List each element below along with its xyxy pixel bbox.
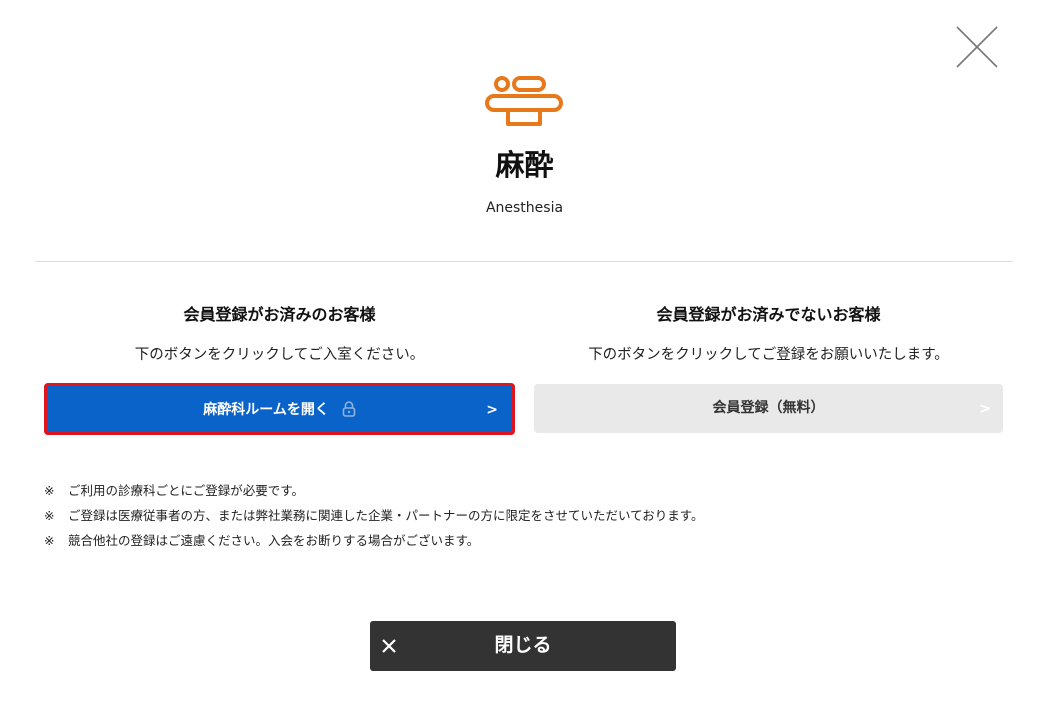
register-button[interactable]: 会員登録（無料） > [534, 384, 1003, 433]
note-mark: ※ [44, 483, 55, 498]
divider [35, 261, 1013, 262]
close-button-label: 閉じる [494, 634, 552, 656]
note-mark: ※ [44, 508, 55, 523]
note-item: ※ 競合他社の登録はご遠慮ください。入会をお断りする場合がございます。 [44, 528, 704, 553]
non-members-description: 下のボタンをクリックしてご登録をお願いいたします。 [588, 347, 949, 363]
register-label: 会員登録（無料） [712, 400, 825, 416]
open-room-button[interactable]: 麻酔科ルームを開く > [44, 383, 515, 435]
close-x-icon[interactable] [956, 26, 998, 68]
chevron-right-icon: > [486, 402, 498, 418]
members-heading: 会員登録がお済みのお客様 [183, 305, 376, 324]
open-room-label: 麻酔科ルームを開く [203, 402, 329, 418]
department-title: 麻酔 [495, 148, 554, 182]
anesthesia-bed-icon [485, 76, 563, 126]
department-subtitle: Anesthesia [485, 200, 564, 216]
members-description: 下のボタンをクリックしてご入室ください。 [134, 347, 425, 363]
note-text: ご登録は医療従事者の方、または弊社業務に関連した企業・パートナーの方に限定をさせ… [68, 508, 704, 523]
close-button[interactable]: 閉じる [370, 621, 676, 671]
note-text: 競合他社の登録はご遠慮ください。入会をお断りする場合がございます。 [68, 533, 480, 548]
lock-icon [342, 401, 356, 417]
note-item: ※ ご登録は医療従事者の方、または弊社業務に関連した企業・パートナーの方に限定をさ… [44, 503, 704, 528]
notes-list: ※ ご利用の診療科ごとにご登録が必要です。 ※ ご登録は医療従事者の方、または弊社業… [44, 478, 704, 553]
note-mark: ※ [44, 533, 55, 548]
note-item: ※ ご利用の診療科ごとにご登録が必要です。 [44, 478, 704, 503]
chevron-right-icon: > [979, 401, 991, 417]
non-members-heading: 会員登録がお済みでないお客様 [656, 305, 881, 324]
note-text: ご利用の診療科ごとにご登録が必要です。 [68, 483, 305, 498]
